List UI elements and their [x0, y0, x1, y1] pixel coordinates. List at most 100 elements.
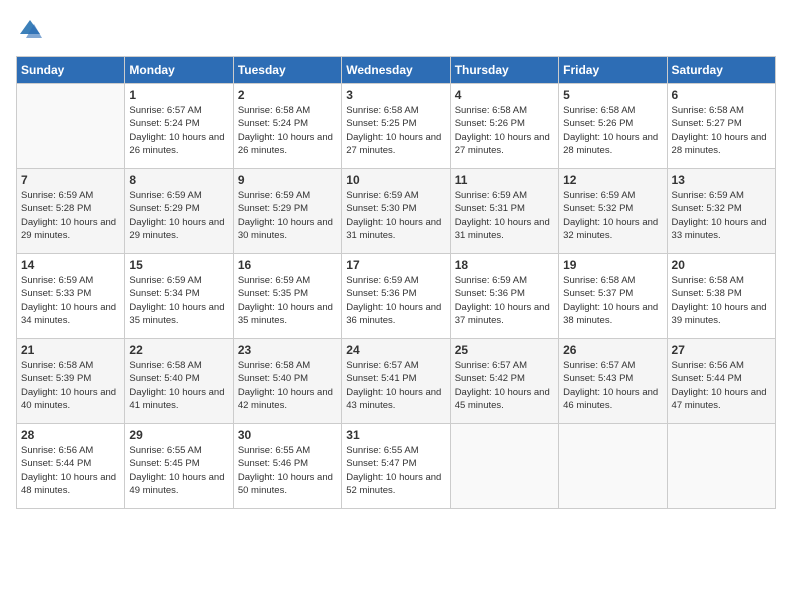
- day-info: Sunrise: 6:58 AMSunset: 5:37 PMDaylight:…: [563, 274, 662, 327]
- day-number: 26: [563, 343, 662, 357]
- day-number: 2: [238, 88, 337, 102]
- calendar-table: SundayMondayTuesdayWednesdayThursdayFrid…: [16, 56, 776, 509]
- logo-icon: [16, 16, 44, 44]
- calendar-cell: 30 Sunrise: 6:55 AMSunset: 5:46 PMDayligh…: [233, 424, 341, 509]
- weekday-header-monday: Monday: [125, 57, 233, 84]
- calendar-cell: 14 Sunrise: 6:59 AMSunset: 5:33 PMDayligh…: [17, 254, 125, 339]
- week-row-1: 1Sunrise: 6:57 AMSunset: 5:24 PMDaylight…: [17, 84, 776, 169]
- day-info: Sunrise: 6:58 AMSunset: 5:26 PMDaylight:…: [563, 104, 662, 157]
- day-number: 19: [563, 258, 662, 272]
- day-info: Sunrise: 6:58 AMSunset: 5:24 PMDaylight:…: [238, 104, 337, 157]
- day-number: 22: [129, 343, 228, 357]
- weekday-header-sunday: Sunday: [17, 57, 125, 84]
- day-info: Sunrise: 6:59 AMSunset: 5:34 PMDaylight:…: [129, 274, 228, 327]
- day-info: Sunrise: 6:59 AMSunset: 5:36 PMDaylight:…: [455, 274, 554, 327]
- day-number: 14: [21, 258, 120, 272]
- calendar-cell: 8 Sunrise: 6:59 AMSunset: 5:29 PMDaylight…: [125, 169, 233, 254]
- day-info: Sunrise: 6:58 AMSunset: 5:27 PMDaylight:…: [672, 104, 771, 157]
- day-number: 13: [672, 173, 771, 187]
- week-row-2: 7Sunrise: 6:59 AMSunset: 5:28 PMDaylight…: [17, 169, 776, 254]
- week-row-5: 28 Sunrise: 6:56 AMSunset: 5:44 PMDayligh…: [17, 424, 776, 509]
- calendar-cell: 3Sunrise: 6:58 AMSunset: 5:25 PMDaylight…: [342, 84, 450, 169]
- calendar-cell: [667, 424, 775, 509]
- day-info: Sunrise: 6:59 AMSunset: 5:36 PMDaylight:…: [346, 274, 445, 327]
- calendar-cell: 24 Sunrise: 6:57 AMSunset: 5:41 PMDayligh…: [342, 339, 450, 424]
- day-number: 10: [346, 173, 445, 187]
- day-number: 24: [346, 343, 445, 357]
- calendar-cell: 6Sunrise: 6:58 AMSunset: 5:27 PMDaylight…: [667, 84, 775, 169]
- day-info: Sunrise: 6:59 AMSunset: 5:28 PMDaylight:…: [21, 189, 120, 242]
- day-info: Sunrise: 6:59 AMSunset: 5:30 PMDaylight:…: [346, 189, 445, 242]
- day-info: Sunrise: 6:59 AMSunset: 5:29 PMDaylight:…: [129, 189, 228, 242]
- day-number: 31: [346, 428, 445, 442]
- calendar-cell: 29Sunrise: 6:55 AMSunset: 5:45 PMDayligh…: [125, 424, 233, 509]
- calendar-cell: 15 Sunrise: 6:59 AMSunset: 5:34 PMDayligh…: [125, 254, 233, 339]
- day-info: Sunrise: 6:59 AMSunset: 5:32 PMDaylight:…: [563, 189, 662, 242]
- day-info: Sunrise: 6:57 AMSunset: 5:43 PMDaylight:…: [563, 359, 662, 412]
- day-info: Sunrise: 6:57 AMSunset: 5:41 PMDaylight:…: [346, 359, 445, 412]
- calendar-cell: 25 Sunrise: 6:57 AMSunset: 5:42 PMDayligh…: [450, 339, 558, 424]
- weekday-header-friday: Friday: [559, 57, 667, 84]
- day-info: Sunrise: 6:59 AMSunset: 5:31 PMDaylight:…: [455, 189, 554, 242]
- day-number: 27: [672, 343, 771, 357]
- day-number: 9: [238, 173, 337, 187]
- day-number: 21: [21, 343, 120, 357]
- calendar-cell: 10 Sunrise: 6:59 AMSunset: 5:30 PMDayligh…: [342, 169, 450, 254]
- calendar-cell: 9 Sunrise: 6:59 AMSunset: 5:29 PMDaylight…: [233, 169, 341, 254]
- calendar-cell: 27Sunrise: 6:56 AMSunset: 5:44 PMDayligh…: [667, 339, 775, 424]
- day-number: 3: [346, 88, 445, 102]
- calendar-cell: 22 Sunrise: 6:58 AMSunset: 5:40 PMDayligh…: [125, 339, 233, 424]
- day-number: 1: [129, 88, 228, 102]
- calendar-cell: 21Sunrise: 6:58 AMSunset: 5:39 PMDayligh…: [17, 339, 125, 424]
- day-info: Sunrise: 6:59 AMSunset: 5:29 PMDaylight:…: [238, 189, 337, 242]
- weekday-header-saturday: Saturday: [667, 57, 775, 84]
- day-number: 28: [21, 428, 120, 442]
- weekday-header-wednesday: Wednesday: [342, 57, 450, 84]
- day-number: 23: [238, 343, 337, 357]
- day-number: 15: [129, 258, 228, 272]
- day-info: Sunrise: 6:57 AMSunset: 5:42 PMDaylight:…: [455, 359, 554, 412]
- day-number: 18: [455, 258, 554, 272]
- day-number: 12: [563, 173, 662, 187]
- weekday-header-thursday: Thursday: [450, 57, 558, 84]
- day-info: Sunrise: 6:59 AMSunset: 5:32 PMDaylight:…: [672, 189, 771, 242]
- day-number: 4: [455, 88, 554, 102]
- week-row-3: 14 Sunrise: 6:59 AMSunset: 5:33 PMDayligh…: [17, 254, 776, 339]
- page-header: [16, 16, 776, 44]
- calendar-cell: 7Sunrise: 6:59 AMSunset: 5:28 PMDaylight…: [17, 169, 125, 254]
- day-number: 30: [238, 428, 337, 442]
- calendar-cell: 16Sunrise: 6:59 AMSunset: 5:35 PMDayligh…: [233, 254, 341, 339]
- calendar-cell: [559, 424, 667, 509]
- calendar-cell: 5 Sunrise: 6:58 AMSunset: 5:26 PMDaylight…: [559, 84, 667, 169]
- calendar-cell: 31 Sunrise: 6:55 AMSunset: 5:47 PMDayligh…: [342, 424, 450, 509]
- calendar-cell: 4Sunrise: 6:58 AMSunset: 5:26 PMDaylight…: [450, 84, 558, 169]
- day-info: Sunrise: 6:58 AMSunset: 5:38 PMDaylight:…: [672, 274, 771, 327]
- day-number: 25: [455, 343, 554, 357]
- day-number: 20: [672, 258, 771, 272]
- day-number: 17: [346, 258, 445, 272]
- calendar-cell: 28 Sunrise: 6:56 AMSunset: 5:44 PMDayligh…: [17, 424, 125, 509]
- calendar-cell: 17 Sunrise: 6:59 AMSunset: 5:36 PMDayligh…: [342, 254, 450, 339]
- day-number: 11: [455, 173, 554, 187]
- day-info: Sunrise: 6:55 AMSunset: 5:46 PMDaylight:…: [238, 444, 337, 497]
- calendar-cell: 11 Sunrise: 6:59 AMSunset: 5:31 PMDayligh…: [450, 169, 558, 254]
- week-row-4: 21Sunrise: 6:58 AMSunset: 5:39 PMDayligh…: [17, 339, 776, 424]
- calendar-cell: 23 Sunrise: 6:58 AMSunset: 5:40 PMDayligh…: [233, 339, 341, 424]
- day-number: 5: [563, 88, 662, 102]
- day-info: Sunrise: 6:58 AMSunset: 5:40 PMDaylight:…: [129, 359, 228, 412]
- calendar-cell: 18 Sunrise: 6:59 AMSunset: 5:36 PMDayligh…: [450, 254, 558, 339]
- day-info: Sunrise: 6:55 AMSunset: 5:47 PMDaylight:…: [346, 444, 445, 497]
- day-info: Sunrise: 6:59 AMSunset: 5:33 PMDaylight:…: [21, 274, 120, 327]
- calendar-cell: 19 Sunrise: 6:58 AMSunset: 5:37 PMDayligh…: [559, 254, 667, 339]
- calendar-cell: 26 Sunrise: 6:57 AMSunset: 5:43 PMDayligh…: [559, 339, 667, 424]
- calendar-cell: [450, 424, 558, 509]
- day-number: 16: [238, 258, 337, 272]
- weekday-header-tuesday: Tuesday: [233, 57, 341, 84]
- calendar-cell: 13 Sunrise: 6:59 AMSunset: 5:32 PMDayligh…: [667, 169, 775, 254]
- calendar-cell: 20 Sunrise: 6:58 AMSunset: 5:38 PMDayligh…: [667, 254, 775, 339]
- day-number: 8: [129, 173, 228, 187]
- calendar-cell: 12 Sunrise: 6:59 AMSunset: 5:32 PMDayligh…: [559, 169, 667, 254]
- day-info: Sunrise: 6:58 AMSunset: 5:40 PMDaylight:…: [238, 359, 337, 412]
- day-info: Sunrise: 6:56 AMSunset: 5:44 PMDaylight:…: [21, 444, 120, 497]
- calendar-cell: 1Sunrise: 6:57 AMSunset: 5:24 PMDaylight…: [125, 84, 233, 169]
